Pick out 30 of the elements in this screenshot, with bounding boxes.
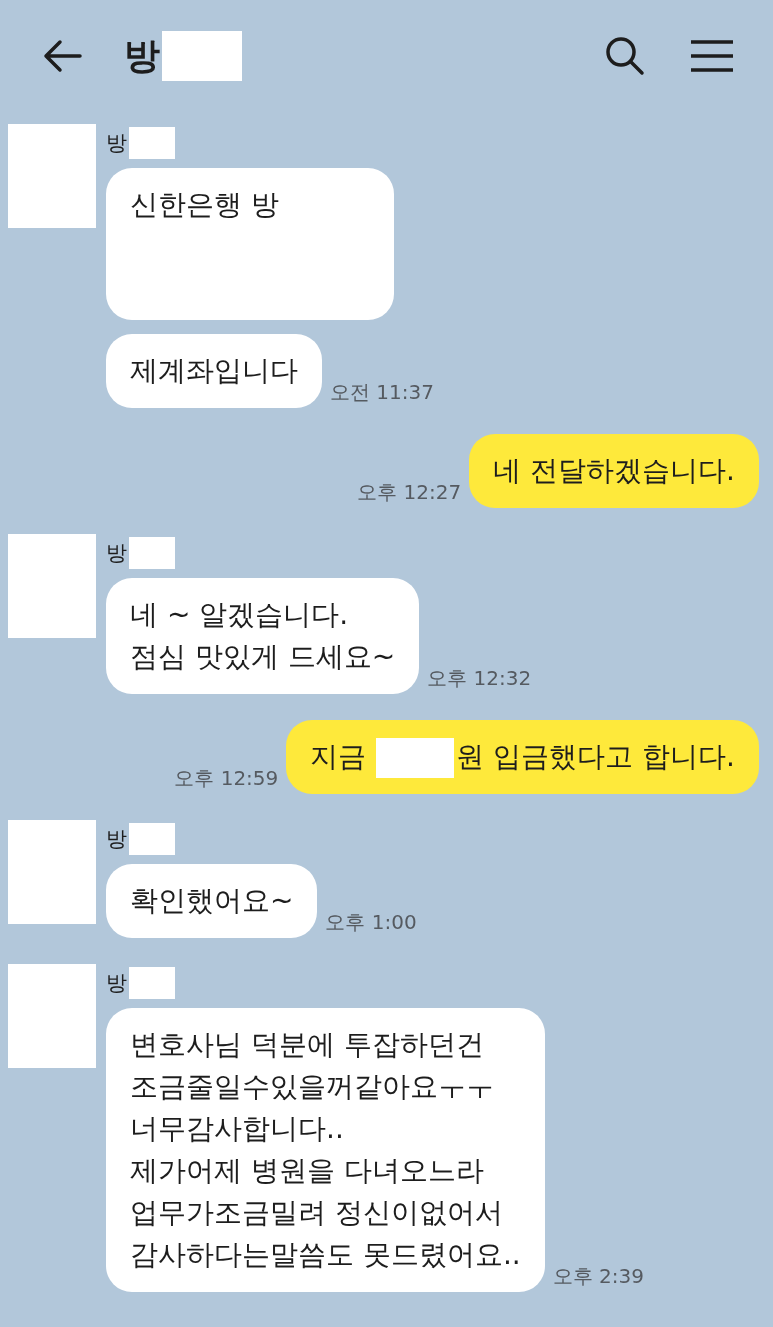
search-icon[interactable] xyxy=(605,36,645,76)
message-time: 오후 2:39 xyxy=(552,1263,644,1290)
avatar[interactable] xyxy=(8,124,96,228)
sender-name: 방 xyxy=(106,130,127,157)
redaction-box xyxy=(129,823,175,855)
sender-name: 방 xyxy=(106,970,127,997)
menu-icon[interactable] xyxy=(689,39,735,73)
redaction-box xyxy=(129,967,175,999)
message-text: 변호사님 덕분에 투잡하던건 조금줄일수있을꺼같아요ㅜㅜ 너무감사합니다.. 제가어제 병원을 다녀오느라 업무가조금밀려 정신이없어서 감사하다는말씀도 못드렸어요.. xyxy=(130,1028,521,1271)
message-text: 확인했어요~ xyxy=(130,884,294,917)
back-icon[interactable] xyxy=(42,39,82,73)
chat-title: 방 xyxy=(124,33,160,78)
message-time: 오후 12:32 xyxy=(427,665,532,692)
message-time: 오전 11:37 xyxy=(330,379,434,406)
message-text: 원 입금했다고 합니다. xyxy=(456,740,735,773)
redaction-box xyxy=(129,127,175,159)
message-text: 네 ~ 알겠습니다. 점심 맛있게 드세요~ xyxy=(130,598,396,673)
avatar[interactable] xyxy=(8,820,96,924)
message-text: 제계좌입니다 xyxy=(130,354,298,387)
sender-name: 방 xyxy=(106,826,127,853)
avatar[interactable] xyxy=(8,534,96,638)
message-text: 네 전달하겠습니다. xyxy=(493,454,735,487)
message-time: 오후 1:00 xyxy=(325,909,417,936)
sender-name: 방 xyxy=(106,540,127,567)
message-text: 신한은행 방 xyxy=(130,188,279,221)
message-time: 오후 12:27 xyxy=(357,479,462,506)
message-time: 오후 12:59 xyxy=(174,765,279,792)
avatar[interactable] xyxy=(8,964,96,1068)
redaction-box xyxy=(129,537,175,569)
message-text: 지금 xyxy=(310,740,367,773)
